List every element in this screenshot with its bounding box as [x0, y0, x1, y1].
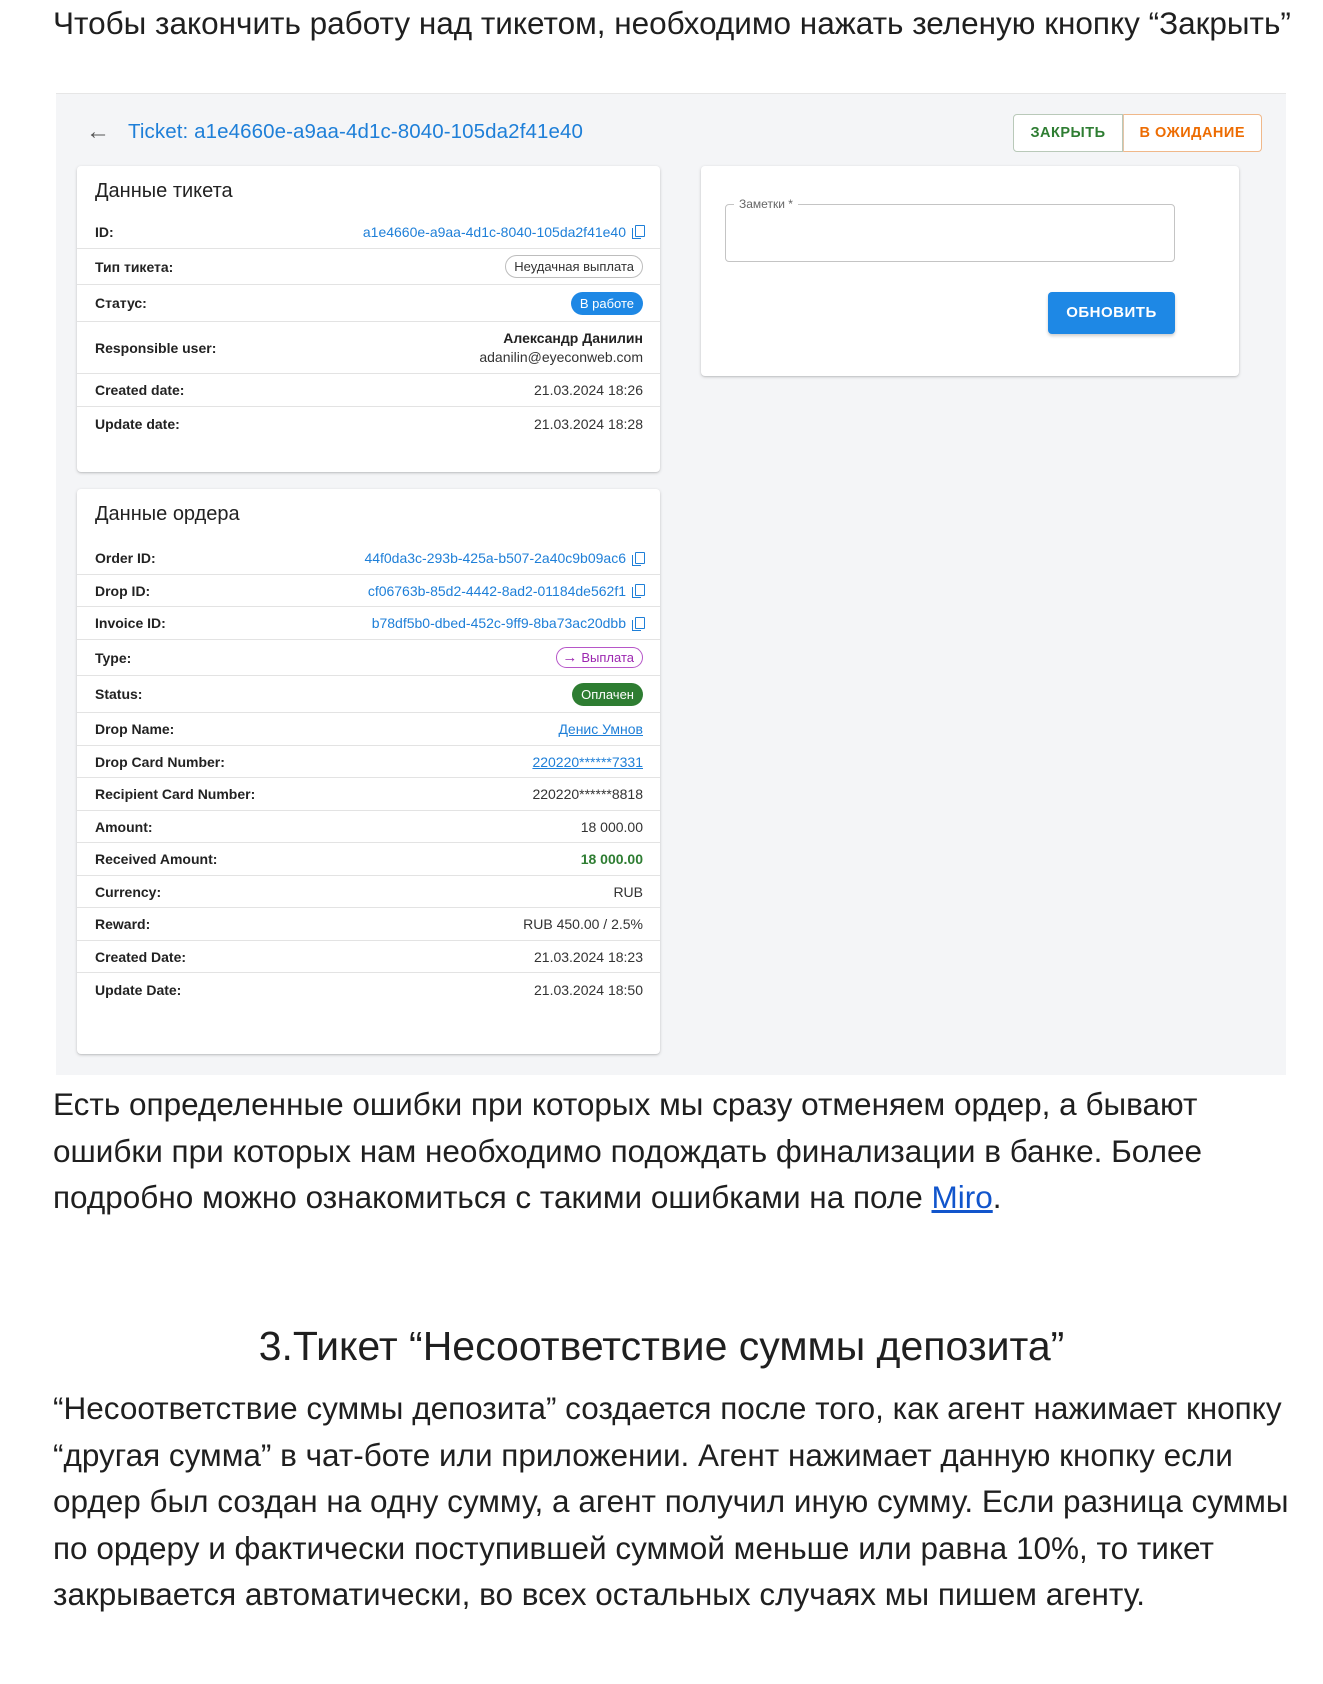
row-label: ID: [95, 223, 114, 240]
row-value: b78df5b0-dbed-452c-9ff9-8ba73ac20dbb [371, 615, 626, 631]
table-row: Responsible user: Александр Данилин adan… [77, 322, 660, 374]
row-label: Drop Name: [95, 721, 175, 737]
row-label: Recipient Card Number: [95, 786, 256, 802]
copy-icon[interactable] [632, 225, 645, 239]
copy-icon[interactable] [632, 616, 645, 631]
row-label: Created Date: [95, 948, 187, 965]
action-button-group: ЗАКРЫТЬ В ОЖИДАНИЕ [1013, 114, 1262, 152]
ticket-id-value[interactable]: a1e4660e-a9aa-4d1c-8040-105da2f41e40 [362, 223, 645, 240]
app-screenshot: ← Ticket: a1e4660e-a9aa-4d1c-8040-105da2… [56, 93, 1286, 1075]
user-email: adanilin@eyeconweb.com [479, 349, 643, 365]
drop-id-value[interactable]: cf06763b-85d2-4442-8ad2-01184de562f1 [367, 582, 645, 599]
status-badge: В работе [570, 291, 643, 315]
row-label: Currency: [95, 883, 162, 900]
row-label: Invoice ID: [95, 615, 166, 631]
table-row: Created Date: 21.03.2024 18:23 [77, 941, 660, 973]
row-label: Update date: [95, 415, 180, 432]
table-row: Amount: 18 000.00 [77, 811, 660, 843]
copy-icon[interactable] [632, 584, 645, 598]
row-label: Drop Card Number: [95, 753, 225, 770]
row-label: Received Amount: [95, 851, 218, 867]
table-row: Тип тикета: Неудачная выплата [77, 249, 660, 285]
row-label: Тип тикета: [95, 258, 174, 275]
row-value: 220220******8818 [532, 786, 643, 802]
row-label: Created date: [95, 382, 185, 398]
table-row: Currency: RUB [77, 876, 660, 908]
notes-label: Заметки * [734, 197, 798, 211]
row-label: Order ID: [95, 550, 156, 566]
ticket-header: ← Ticket: a1e4660e-a9aa-4d1c-8040-105da2… [86, 114, 1262, 154]
update-button[interactable]: ОБНОВИТЬ [1048, 292, 1175, 334]
row-label: Update Date: [95, 981, 182, 998]
ticket-type-chip: Неудачная выплата [505, 255, 643, 278]
row-value: 21.03.2024 18:23 [534, 948, 643, 965]
type-chip-label: Выплата [581, 650, 634, 665]
table-row: Received Amount: 18 000.00 [77, 843, 660, 876]
waiting-button[interactable]: В ОЖИДАНИЕ [1122, 114, 1262, 152]
table-row: Status: Оплачен [77, 676, 660, 713]
invoice-id-value[interactable]: b78df5b0-dbed-452c-9ff9-8ba73ac20dbb [371, 615, 645, 631]
errors-paragraph: Есть определенные ошибки при которых мы … [53, 1081, 1303, 1221]
row-value: 21.03.2024 18:28 [534, 415, 643, 432]
back-arrow-icon[interactable]: ← [86, 120, 110, 144]
table-row: Order ID: 44f0da3c-293b-425a-b507-2a40c9… [77, 542, 660, 575]
close-button[interactable]: ЗАКРЫТЬ [1013, 114, 1123, 152]
table-row: Drop Name: Денис Умнов [77, 713, 660, 746]
row-label: Статус: [95, 295, 147, 311]
table-row: Update date: 21.03.2024 18:28 [77, 407, 660, 440]
row-label: Amount: [95, 818, 153, 835]
status-badge: Оплачен [572, 682, 643, 706]
row-label: Reward: [95, 916, 151, 932]
ticket-title: Ticket: a1e4660e-a9aa-4d1c-8040-105da2f4… [128, 120, 583, 143]
table-row: Invoice ID: b78df5b0-dbed-452c-9ff9-8ba7… [77, 607, 660, 640]
row-value: 18 000.00 [580, 818, 643, 835]
table-row: Recipient Card Number: 220220******8818 [77, 778, 660, 811]
card-title: Данные ордера [95, 503, 240, 525]
paragraph-end: . [992, 1179, 1002, 1215]
order-id-value[interactable]: 44f0da3c-293b-425a-b507-2a40c9b09ac6 [364, 550, 645, 566]
type-chip: → Выплата [556, 647, 643, 668]
drop-card-link[interactable]: 220220******7331 [532, 754, 643, 770]
section-heading: 3.Тикет “Несоответствие суммы депозита” [258, 1323, 1065, 1369]
table-row: Update Date: 21.03.2024 18:50 [77, 973, 660, 1006]
card-title: Данные тикета [95, 180, 233, 202]
table-row: Reward: RUB 450.00 / 2.5% [77, 908, 660, 941]
row-label: Type: [95, 649, 132, 666]
miro-link[interactable]: Miro [932, 1179, 993, 1215]
notes-input[interactable]: Заметки * [725, 197, 1175, 262]
responsible-user: Александр Данилин adanilin@eyeconweb.com [479, 330, 643, 365]
row-value: RUB 450.00 / 2.5% [523, 916, 643, 932]
copy-icon[interactable] [632, 551, 645, 566]
ticket-data-rows: ID: a1e4660e-a9aa-4d1c-8040-105da2f41e40… [77, 215, 660, 440]
row-value: RUB [613, 883, 643, 900]
order-data-card: Данные ордера Order ID: 44f0da3c-293b-42… [77, 489, 660, 1054]
row-label: Drop ID: [95, 582, 151, 599]
table-row: Type: → Выплата [77, 640, 660, 676]
row-label: Status: [95, 686, 143, 702]
row-value: 18 000.00 [580, 851, 643, 867]
user-name: Александр Данилин [503, 330, 643, 346]
order-data-rows: Order ID: 44f0da3c-293b-425a-b507-2a40c9… [77, 542, 660, 1006]
table-row: Статус: В работе [77, 285, 660, 322]
paragraph-text: Есть определенные ошибки при которых мы … [53, 1086, 1203, 1215]
table-row: ID: a1e4660e-a9aa-4d1c-8040-105da2f41e40 [77, 215, 660, 249]
deposit-mismatch-paragraph: “Несоответствие суммы депозита” создаетс… [53, 1390, 1289, 1612]
table-row: Drop ID: cf06763b-85d2-4442-8ad2-01184de… [77, 575, 660, 607]
ticket-data-card: Данные тикета ID: a1e4660e-a9aa-4d1c-804… [77, 166, 660, 472]
row-value: 21.03.2024 18:26 [534, 382, 643, 398]
table-row: Created date: 21.03.2024 18:26 [77, 374, 660, 407]
row-value: 44f0da3c-293b-425a-b507-2a40c9b09ac6 [364, 550, 626, 566]
notes-card: Заметки * ОБНОВИТЬ [701, 166, 1239, 376]
table-row: Drop Card Number: 220220******7331 [77, 746, 660, 778]
row-label: Responsible user: [95, 339, 217, 356]
row-value: cf06763b-85d2-4442-8ad2-01184de562f1 [367, 582, 626, 599]
drop-name-link[interactable]: Денис Умнов [558, 721, 643, 737]
row-value: a1e4660e-a9aa-4d1c-8040-105da2f41e40 [362, 223, 626, 240]
intro-paragraph: Чтобы закончить работу над тикетом, необ… [53, 5, 1291, 41]
arrow-right-icon: → [562, 648, 578, 666]
row-value: 21.03.2024 18:50 [534, 981, 643, 998]
